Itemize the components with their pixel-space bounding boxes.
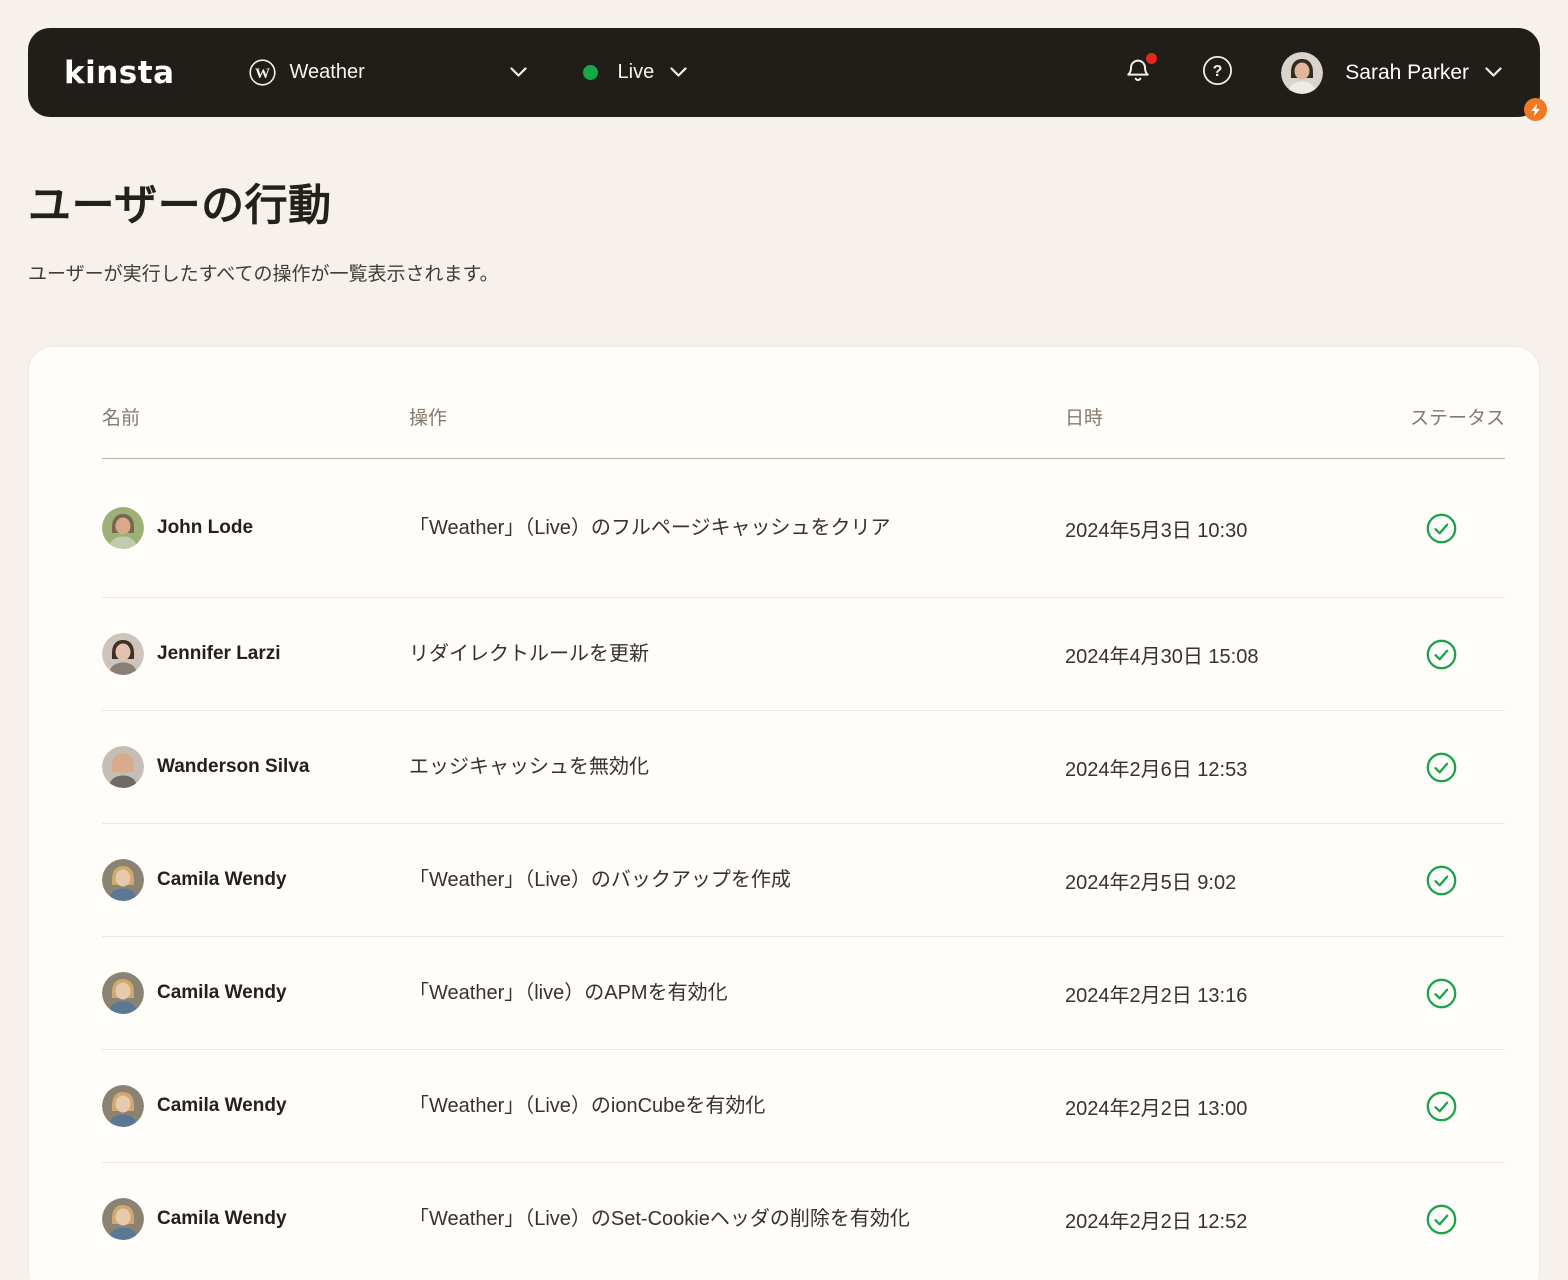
action-text: 「Weather」（Live）のSet-Cookieヘッダの削除を有効化 [409,1208,910,1230]
question-mark-icon: ? [1202,55,1233,91]
help-button[interactable]: ? [1202,55,1233,91]
status-success-icon [1426,865,1457,896]
status-cell [1327,513,1505,544]
status-cell [1327,978,1505,1009]
avatar [102,746,144,788]
user-name: Camila Wendy [157,982,287,1003]
user-avatar [1281,51,1324,94]
avatar [102,633,144,675]
user-name: Camila Wendy [157,1095,287,1116]
table-row: Jennifer Larzi リダイレクトルールを更新 2024年4月30日 1… [102,597,1505,710]
user-name: John Lode [157,517,254,538]
name-cell: Camila Wendy [102,859,409,901]
status-cell [1327,1204,1505,1235]
avatar [102,507,144,549]
datetime-text: 2024年2月2日 13:16 [1065,984,1248,1007]
top-navbar: kinsta W Weather Live ? Sarah Parker [28,28,1547,121]
name-cell: Jennifer Larzi [102,633,409,675]
notifications-button[interactable] [1124,53,1158,89]
status-cell [1327,752,1505,783]
column-header-name: 名前 [102,408,141,429]
kinsta-logo[interactable]: kinsta [64,55,175,91]
svg-text:?: ? [1213,63,1223,80]
status-success-icon [1426,513,1457,544]
datetime-text: 2024年2月2日 12:52 [1065,1210,1248,1233]
chevron-down-icon [509,67,527,78]
status-success-icon [1426,639,1457,670]
datetime-text: 2024年4月30日 15:08 [1065,645,1259,668]
user-name: Camila Wendy [157,1208,287,1229]
datetime-text: 2024年2月6日 12:53 [1065,758,1248,781]
activity-table-card: 名前 操作 日時 ステータス John Lode 「Weather」（Live）… [28,346,1540,1280]
avatar [102,1085,144,1127]
column-header-status: ステータス [1409,408,1505,429]
site-selector-label: Weather [289,61,365,83]
screen: kinsta W Weather Live ? Sarah Parker ユーザ… [0,0,1568,1280]
notification-badge-dot [1146,53,1158,64]
user-menu-dropdown[interactable]: Sarah Parker [1281,51,1547,121]
status-success-icon [1426,752,1457,783]
column-header-action: 操作 [409,408,448,429]
action-text: 「Weather」（Live）のバックアップを作成 [409,869,791,891]
status-success-icon [1426,1204,1457,1235]
action-text: エッジキャッシュを無効化 [409,756,649,778]
table-row: Camila Wendy 「Weather」（live）のAPMを有効化 202… [102,936,1505,1049]
svg-text:W: W [255,66,270,82]
name-cell: Camila Wendy [102,1085,409,1127]
avatar [102,859,144,901]
table-row: Camila Wendy 「Weather」（Live）のSet-Cookieヘ… [102,1162,1505,1275]
user-name-label: Sarah Parker [1345,60,1469,84]
site-selector-dropdown[interactable]: W Weather [248,59,527,86]
action-text: 「Weather」（live）のAPMを有効化 [409,982,728,1004]
user-name: Wanderson Silva [157,756,310,777]
action-text: 「Weather」（Live）のionCubeを有効化 [409,1095,766,1117]
avatar [102,1198,144,1240]
name-cell: Camila Wendy [102,972,409,1014]
datetime-text: 2024年5月3日 10:30 [1065,519,1248,542]
datetime-text: 2024年2月5日 9:02 [1065,871,1237,894]
status-success-icon [1426,1091,1457,1122]
status-cell [1327,865,1505,896]
table-body: John Lode 「Weather」（Live）のフルページキャッシュをクリア… [102,459,1505,1275]
environment-selector-dropdown[interactable]: Live [582,61,688,84]
main-content: ユーザーの行動 ユーザーが実行したすべての操作が一覧表示されます。 名前 操作 … [28,117,1540,1280]
status-cell [1327,1091,1505,1122]
page-title: ユーザーの行動 [28,182,332,230]
user-name: Camila Wendy [157,869,287,890]
navbar-right-group: ? Sarah Parker [1124,51,1547,121]
name-cell: Camila Wendy [102,1198,409,1240]
column-header-datetime: 日時 [1065,408,1104,429]
table-row: Wanderson Silva エッジキャッシュを無効化 2024年2月6日 1… [102,710,1505,823]
status-cell [1327,639,1505,670]
action-text: 「Weather」（Live）のフルページキャッシュをクリア [409,517,891,539]
table-row: Camila Wendy 「Weather」（Live）のionCubeを有効化… [102,1049,1505,1162]
user-name: Jennifer Larzi [157,643,281,664]
datetime-text: 2024年2月2日 13:00 [1065,1097,1248,1120]
chevron-down-icon [670,67,687,78]
table-row: John Lode 「Weather」（Live）のフルページキャッシュをクリア… [102,459,1505,597]
action-text: リダイレクトルールを更新 [409,643,649,665]
status-success-icon [1426,978,1457,1009]
avatar [102,972,144,1014]
page-subtitle: ユーザーが実行したすべての操作が一覧表示されます。 [28,264,499,285]
live-status-dot [582,65,598,80]
wordpress-icon: W [248,59,276,86]
chevron-down-icon [1485,67,1502,78]
name-cell: John Lode [102,507,409,549]
table-row: Camila Wendy 「Weather」（Live）のバックアップを作成 2… [102,823,1505,936]
table-header-row: 名前 操作 日時 ステータス [102,403,1505,459]
environment-label: Live [617,61,655,83]
name-cell: Wanderson Silva [102,746,409,788]
